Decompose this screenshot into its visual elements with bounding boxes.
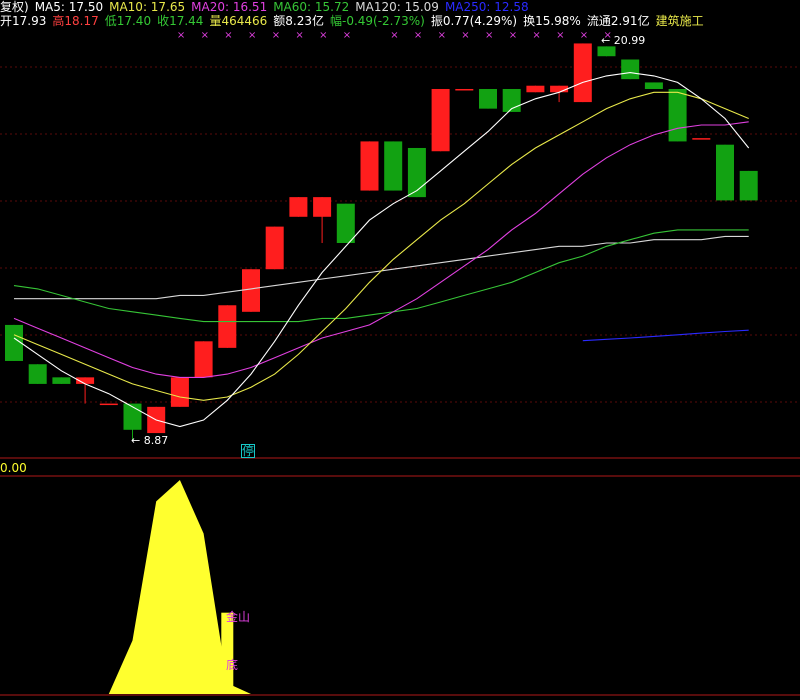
candle-body-23 (550, 85, 569, 93)
quote-info-row: 开17.93 高18.17 低17.40 收17.44 量464466 额8.23亿 幅-0… (0, 14, 710, 29)
ma20-line (13, 121, 749, 378)
indicator-area (14, 480, 749, 694)
candle-body-30 (716, 144, 734, 201)
candle-body-4 (99, 403, 118, 406)
candle-body-15 (360, 141, 379, 191)
candle-body-20 (479, 88, 497, 109)
ma-legend-item-6: MA250: 12.58 (444, 0, 529, 14)
signal-label-top: 金山 (226, 610, 251, 624)
signal-marker-12: × (295, 30, 303, 41)
candle-body-9 (218, 305, 237, 348)
quote-field-8: 换15.98% (523, 14, 581, 28)
signal-marker-17: × (414, 30, 422, 41)
candle-body-16 (384, 141, 403, 191)
signal-marker-16: × (390, 30, 398, 41)
kline-chart[interactable]: × × × × × × × × × × × × × × × × × × (0, 0, 800, 700)
signal-marker-23: × (556, 30, 564, 41)
signal-marker-10: × (248, 30, 256, 41)
candle-body-28 (668, 88, 687, 142)
low-price-label: ← 8.87 (131, 434, 169, 447)
candle-body-12 (289, 197, 308, 217)
ma-legend-item-2: MA10: 17.65 (109, 0, 186, 14)
candle-body-13 (313, 197, 332, 217)
signal-marker-24: × (580, 30, 588, 41)
candle-body-26 (621, 59, 640, 80)
quote-field-9: 流通2.91亿 (586, 14, 650, 28)
quote-field-4: 量464466 (209, 14, 268, 28)
ma-legend-item-5: MA120: 15.09 (355, 0, 439, 14)
signal-marker-18: × (438, 30, 446, 41)
candle-body-24 (573, 43, 592, 103)
candle-body-29 (692, 138, 711, 140)
quote-field-10: 建筑施工 (655, 14, 704, 28)
ma5-line (13, 72, 750, 428)
ma60-line (13, 229, 749, 323)
signal-marker-9: × (224, 30, 232, 41)
candle-body-11 (265, 226, 284, 270)
candle-body-2 (52, 377, 71, 384)
quote-field-5: 额8.23亿 (273, 14, 324, 28)
quote-field-1: 高18.17 (52, 14, 99, 28)
signal-marker-11: × (272, 30, 280, 41)
ma-legend-row: 复权) MA5: 17.50 MA10: 17.65 MA20: 16.51 MA60:… (0, 0, 535, 15)
candle-body-25 (597, 46, 616, 57)
candle-body-18 (431, 88, 450, 152)
signal-label-bottom: 底 (226, 658, 239, 672)
candle-body-27 (644, 82, 663, 89)
candle-body-1 (28, 364, 47, 384)
signal-marker-22: × (532, 30, 540, 41)
candle-body-14 (336, 203, 355, 243)
signal-marker-8: × (201, 30, 209, 41)
quote-field-2: 低17.40 (104, 14, 152, 28)
stop-marker: 停 (241, 444, 256, 458)
signal-marker-21: × (509, 30, 517, 41)
ma-legend-item-4: MA60: 15.72 (273, 0, 350, 14)
candle-body-31 (739, 170, 758, 201)
quote-field-7: 振0.77(4.29%) (430, 14, 518, 28)
candle-body-17 (407, 147, 426, 198)
ma-legend-item-3: MA20: 16.51 (191, 0, 268, 14)
quote-field-0: 开17.93 (0, 14, 47, 28)
candle-body-10 (242, 269, 260, 312)
high-price-label: ← 20.99 (601, 34, 646, 47)
indicator-value-label: 0.00 (0, 461, 27, 475)
candle-body-5 (123, 403, 142, 430)
signal-marker-19: × (461, 30, 469, 41)
signal-marker-14: × (343, 30, 351, 41)
ma10-line (13, 91, 749, 401)
candle-body-7 (170, 377, 189, 407)
candle-body-8 (194, 341, 213, 378)
ma-legend-item-1: MA5: 17.50 (34, 0, 104, 14)
signal-marker-7: × (177, 30, 185, 41)
ma250-line (582, 329, 749, 342)
quote-field-3: 收17.44 (157, 14, 204, 28)
signal-marker-20: × (485, 30, 493, 41)
candle-body-22 (526, 85, 545, 93)
quote-field-6: 幅-0.49(-2.73%) (329, 14, 425, 28)
signal-marker-13: × (319, 30, 327, 41)
candle-body-19 (455, 88, 474, 91)
ma-legend-item-0: 复权) (0, 0, 29, 14)
